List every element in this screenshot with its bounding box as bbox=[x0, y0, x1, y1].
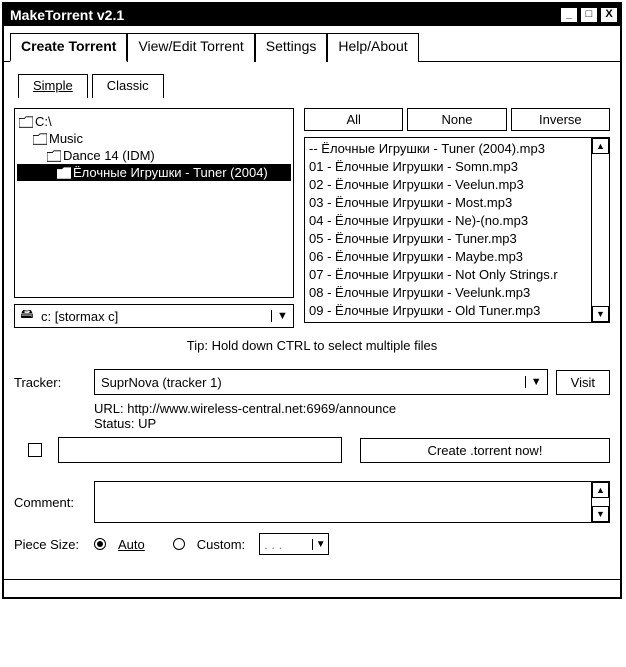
file-row[interactable]: -- Ёлочные Игрушки - Tuner (2004).mp3 bbox=[309, 140, 587, 158]
minimize-button[interactable]: _ bbox=[560, 7, 578, 23]
tab-create-torrent[interactable]: Create Torrent bbox=[10, 33, 127, 62]
subtab-classic[interactable]: Classic bbox=[92, 74, 164, 98]
file-row[interactable]: 02 - Ёлочные Игрушки - Veelun.mp3 bbox=[309, 176, 587, 194]
file-row[interactable]: 03 - Ёлочные Игрушки - Most.mp3 bbox=[309, 194, 587, 212]
drive-icon: 🖴 bbox=[15, 305, 39, 327]
piece-auto-label[interactable]: Auto bbox=[118, 537, 145, 552]
file-row[interactable]: 01 - Ёлочные Игрушки - Somn.mp3 bbox=[309, 158, 587, 176]
create-torrent-button[interactable]: Create .torrent now! bbox=[360, 438, 610, 463]
file-list-scrollbar[interactable]: ▲ ▼ bbox=[591, 138, 609, 322]
piece-size-label: Piece Size: bbox=[14, 537, 86, 552]
tracker-status: Status: UP bbox=[94, 416, 610, 431]
piece-custom-radio[interactable] bbox=[173, 538, 185, 550]
file-row[interactable]: 06 - Ёлочные Игрушки - Maybe.mp3 bbox=[309, 248, 587, 266]
scroll-down-icon[interactable]: ▼ bbox=[592, 506, 609, 522]
app-window: MakeTorrent v2.1 _ □ X Create Torrent Vi… bbox=[2, 2, 622, 599]
select-none-button[interactable]: None bbox=[407, 108, 506, 131]
piece-auto-radio[interactable] bbox=[94, 538, 106, 550]
tree-label: Music bbox=[49, 131, 83, 146]
tab-help-about[interactable]: Help/About bbox=[327, 33, 418, 62]
scroll-up-icon[interactable]: ▲ bbox=[592, 138, 609, 154]
titlebar: MakeTorrent v2.1 _ □ X bbox=[4, 4, 620, 26]
scroll-down-icon[interactable]: ▼ bbox=[592, 306, 609, 322]
tab-settings[interactable]: Settings bbox=[255, 33, 328, 62]
tree-node-selected[interactable]: Ёлочные Игрушки - Tuner (2004) bbox=[17, 164, 291, 181]
sub-tabs: Simple Classic bbox=[14, 70, 610, 98]
tree-node-dance[interactable]: Dance 14 (IDM) bbox=[17, 147, 291, 164]
window-title: MakeTorrent v2.1 bbox=[6, 7, 560, 23]
main-tabs: Create Torrent View/Edit Torrent Setting… bbox=[4, 28, 620, 62]
drive-selector[interactable]: 🖴 c: [stormax c] ▼ bbox=[14, 304, 294, 328]
unknown-checkbox[interactable] bbox=[28, 443, 42, 457]
folder-icon bbox=[55, 166, 73, 180]
chevron-down-icon[interactable]: ▼ bbox=[525, 376, 547, 388]
tab-view-edit-torrent[interactable]: View/Edit Torrent bbox=[127, 33, 254, 62]
file-row[interactable]: 09 - Ёлочные Игрушки - Old Tuner.mp3 bbox=[309, 302, 587, 320]
subtab-simple[interactable]: Simple bbox=[18, 74, 88, 98]
scroll-track[interactable] bbox=[592, 154, 609, 306]
comment-label: Comment: bbox=[14, 495, 86, 510]
folder-open-icon bbox=[17, 115, 35, 129]
tracker-value: SuprNova (tracker 1) bbox=[95, 375, 525, 390]
tracker-url: URL: http://www.wireless-central.net:696… bbox=[94, 401, 610, 416]
visit-button[interactable]: Visit bbox=[556, 370, 610, 395]
file-list[interactable]: -- Ёлочные Игрушки - Tuner (2004).mp3 01… bbox=[304, 137, 610, 323]
piece-custom-label[interactable]: Custom: bbox=[197, 537, 245, 552]
chevron-down-icon[interactable]: ▼ bbox=[271, 310, 293, 322]
file-row[interactable]: 08 - Ёлочные Игрушки - Veelunk.mp3 bbox=[309, 284, 587, 302]
tree-label: Dance 14 (IDM) bbox=[63, 148, 155, 163]
scroll-up-icon[interactable]: ▲ bbox=[592, 482, 609, 498]
file-row[interactable]: 05 - Ёлочные Игрушки - Tuner.mp3 bbox=[309, 230, 587, 248]
select-all-button[interactable]: All bbox=[304, 108, 403, 131]
folder-open-icon bbox=[31, 132, 49, 146]
file-row[interactable]: 07 - Ёлочные Игрушки - Not Only Strings.… bbox=[309, 266, 587, 284]
piece-custom-dropdown[interactable]: . . . ▼ bbox=[259, 533, 329, 555]
tree-node-root[interactable]: C:\ bbox=[17, 113, 291, 130]
output-path-input[interactable] bbox=[58, 437, 342, 463]
tracker-label: Tracker: bbox=[14, 375, 86, 390]
tracker-dropdown[interactable]: SuprNova (tracker 1) ▼ bbox=[94, 369, 548, 395]
folder-tree[interactable]: C:\ Music Dance 14 (IDM) bbox=[14, 108, 294, 298]
file-row[interactable]: 04 - Ёлочные Игрушки - Ne)-(no.mp3 bbox=[309, 212, 587, 230]
tree-label: Ёлочные Игрушки - Tuner (2004) bbox=[73, 165, 268, 180]
folder-open-icon bbox=[45, 149, 63, 163]
close-button[interactable]: X bbox=[600, 7, 618, 23]
chevron-down-icon[interactable]: ▼ bbox=[312, 539, 328, 550]
drive-label: c: [stormax c] bbox=[39, 309, 271, 324]
tip-text: Tip: Hold down CTRL to select multiple f… bbox=[14, 338, 610, 353]
maximize-button[interactable]: □ bbox=[580, 7, 598, 23]
comment-textarea[interactable]: ▲ ▼ bbox=[94, 481, 610, 523]
statusbar bbox=[4, 579, 620, 597]
tree-label: C:\ bbox=[35, 114, 52, 129]
tree-node-music[interactable]: Music bbox=[17, 130, 291, 147]
select-inverse-button[interactable]: Inverse bbox=[511, 108, 610, 131]
